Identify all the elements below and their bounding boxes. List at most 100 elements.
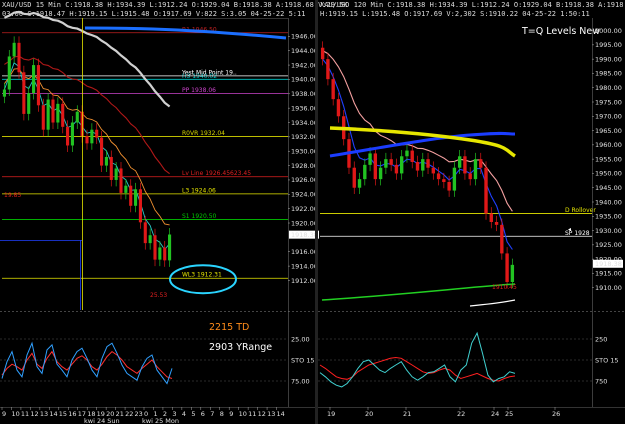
candle[interactable] (442, 179, 446, 182)
candle[interactable] (368, 153, 372, 165)
candle[interactable] (134, 189, 138, 206)
candle[interactable] (27, 93, 31, 114)
x-tick-label: 19 (327, 410, 335, 418)
candle[interactable] (410, 150, 414, 162)
candle[interactable] (61, 103, 65, 127)
candle[interactable] (158, 247, 162, 260)
candle[interactable] (124, 185, 128, 193)
level-label: L3 1924.06 (182, 187, 216, 194)
right-chart-header: XAU/USD 120 Min C:1918.38 H:1934.39 L:19… (320, 1, 625, 9)
candle[interactable] (66, 126, 70, 146)
candle[interactable] (489, 213, 493, 222)
level-label: Lv Line 1926.45623.45 (182, 170, 251, 177)
candle[interactable] (51, 99, 55, 123)
x-tick-label: 16 (68, 410, 76, 418)
candle[interactable] (109, 156, 113, 180)
y-tick-label: 1970.00 (595, 113, 622, 121)
right-price-axis: 2000.00 1995.00 1990.00 1985.00 1980.00 1975.… (592, 27, 623, 292)
candle[interactable] (148, 235, 152, 244)
candle[interactable] (378, 167, 383, 180)
panel-divider[interactable] (315, 0, 318, 424)
x-tick-label: 13 (267, 410, 275, 418)
candle[interactable] (431, 167, 435, 174)
candle[interactable] (484, 167, 488, 214)
candle[interactable] (143, 222, 147, 244)
candle[interactable] (75, 111, 79, 123)
candle[interactable] (168, 234, 172, 261)
candle[interactable] (447, 182, 451, 191)
level-label: WL3 1912.31 (182, 272, 222, 279)
candle[interactable] (436, 173, 441, 180)
candle[interactable] (326, 59, 330, 80)
candle[interactable] (473, 159, 478, 180)
x-tick-label: 10 (11, 410, 19, 418)
candle[interactable] (426, 159, 430, 168)
long-ma-white-line (469, 299, 516, 307)
y-tick-label: 1950.00 (595, 170, 622, 178)
candle[interactable] (95, 129, 99, 138)
candle[interactable] (336, 99, 341, 117)
candle[interactable] (394, 164, 399, 174)
candle[interactable] (421, 159, 425, 171)
candle[interactable] (119, 168, 123, 193)
candle[interactable] (494, 222, 499, 225)
candle[interactable] (17, 42, 21, 73)
candle[interactable] (500, 224, 504, 254)
candle[interactable] (463, 156, 467, 174)
candle[interactable] (129, 185, 133, 206)
candle[interactable] (505, 253, 509, 282)
y-tick-label: 1932.00 (291, 133, 318, 141)
candle[interactable] (100, 137, 104, 166)
y-tick-label: 1916.00 (291, 248, 318, 256)
candle[interactable] (114, 168, 118, 180)
candle[interactable] (32, 65, 36, 94)
candle[interactable] (36, 65, 40, 106)
candle[interactable] (138, 189, 142, 223)
date-group-label: kwi 25 Mon (142, 417, 179, 424)
x-tick-label: 5 (191, 410, 195, 418)
candle[interactable] (457, 156, 462, 168)
y-tick-label: 1914.00 (291, 262, 318, 270)
candle[interactable] (153, 235, 157, 260)
candle[interactable] (46, 99, 50, 130)
oscillator-tick-label: 75.00 (291, 377, 310, 385)
right-price-panel[interactable]: D RolloverSP 19281910.45◂ (320, 41, 596, 307)
candle[interactable] (331, 79, 335, 100)
candle[interactable] (400, 156, 404, 174)
candle[interactable] (510, 264, 515, 282)
candle[interactable] (352, 167, 356, 188)
candle[interactable] (70, 122, 74, 146)
level-label: PP 1938.06 (182, 87, 216, 94)
candle[interactable] (452, 167, 457, 191)
candle[interactable] (85, 136, 89, 144)
candle[interactable] (468, 173, 472, 180)
candle[interactable] (56, 103, 60, 123)
x-tick-label: 14 (277, 410, 285, 418)
candle[interactable] (12, 42, 16, 57)
candle[interactable] (22, 72, 26, 114)
candle[interactable] (389, 159, 393, 165)
candle[interactable] (2, 89, 6, 97)
y-tick-label: 1936.00 (291, 104, 318, 112)
y-tick-label: 1922.00 (291, 205, 318, 213)
candle[interactable] (373, 153, 378, 180)
candle[interactable] (405, 150, 409, 157)
candle[interactable] (415, 162, 420, 171)
right-oscillator-panel[interactable]: 250 STO 15 750 (318, 331, 619, 388)
x-tick-label: 12 (258, 410, 266, 418)
candle[interactable] (384, 159, 388, 168)
candle[interactable] (357, 179, 362, 188)
x-tick-label: 9 (2, 410, 6, 418)
x-tick-label: 4 (182, 410, 186, 418)
oscillator-tick-label: 750 (595, 377, 607, 385)
candle[interactable] (363, 164, 367, 180)
candle[interactable] (104, 156, 108, 166)
candle[interactable] (479, 159, 483, 168)
candle[interactable] (90, 129, 94, 144)
y-tick-label: 1980.00 (595, 84, 622, 92)
candle[interactable] (320, 47, 325, 60)
candle[interactable] (7, 56, 11, 90)
candle[interactable] (41, 105, 45, 130)
y-tick-label: 1930.00 (595, 227, 622, 235)
candle[interactable] (163, 247, 167, 261)
